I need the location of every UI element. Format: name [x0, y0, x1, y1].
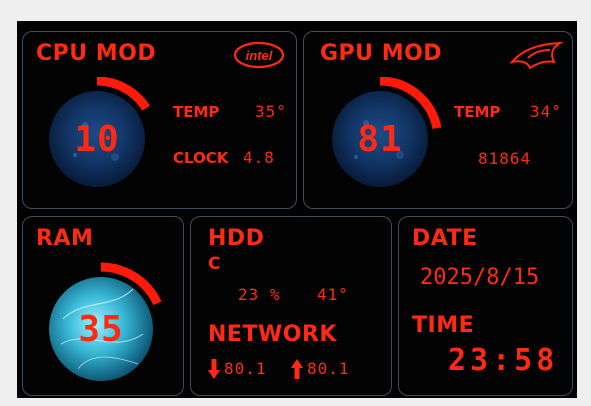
cpu-clock-value: 4.8 [243, 148, 275, 167]
date-time-panel: DATE 2025/8/15 TIME 23:58 [398, 216, 573, 396]
intel-logo: intel [233, 40, 285, 70]
cpu-clock-label: CLOCK [173, 149, 229, 167]
cpu-temp-value: 35° [255, 102, 287, 121]
network-down-value: 80.1 [224, 359, 267, 378]
cpu-usage-value: 10 [74, 118, 120, 160]
gpu-extra-value: 81864 [478, 149, 532, 168]
monitor-screen: CPU MOD intel 10 TEMP 35° CLOCK 4.8 GPU … [17, 21, 577, 398]
network-title: NETWORK [208, 322, 337, 347]
ram-gauge: 35 [43, 259, 173, 389]
arrow-down-icon [208, 359, 220, 379]
network-up-value: 80.1 [307, 359, 350, 378]
time-value: 23:58 [448, 343, 559, 378]
cpu-title: CPU MOD [36, 41, 157, 66]
hdd-usage-value: 23 % [238, 285, 281, 304]
ram-usage-value: 35 [78, 308, 124, 350]
gpu-panel: GPU MOD 81 TEMP 34° 81864 [303, 31, 573, 209]
time-title: TIME [412, 313, 475, 338]
hdd-title: HDD [208, 226, 265, 251]
date-value: 2025/8/15 [420, 265, 540, 290]
date-title: DATE [412, 226, 478, 251]
ram-title: RAM [36, 226, 94, 251]
hdd-drive-label: C [208, 254, 221, 274]
gpu-temp-value: 34° [530, 102, 562, 121]
cpu-temp-label: TEMP [173, 103, 220, 121]
rog-eye-icon [508, 40, 564, 70]
gpu-usage-value: 81 [357, 118, 403, 160]
ram-panel: RAM 35 [22, 216, 184, 396]
hdd-network-panel: HDD C 23 % 41° NETWORK 80.1 80.1 [190, 216, 392, 396]
cpu-gauge: 10 [45, 76, 163, 195]
gpu-gauge: 81 [328, 76, 446, 195]
arrow-up-icon [291, 359, 303, 379]
gpu-title: GPU MOD [320, 41, 443, 66]
gpu-temp-label: TEMP [454, 103, 501, 121]
hdd-temp-value: 41° [317, 285, 349, 304]
cpu-panel: CPU MOD intel 10 TEMP 35° CLOCK 4.8 [22, 31, 297, 209]
intel-logo-text: intel [245, 47, 273, 63]
